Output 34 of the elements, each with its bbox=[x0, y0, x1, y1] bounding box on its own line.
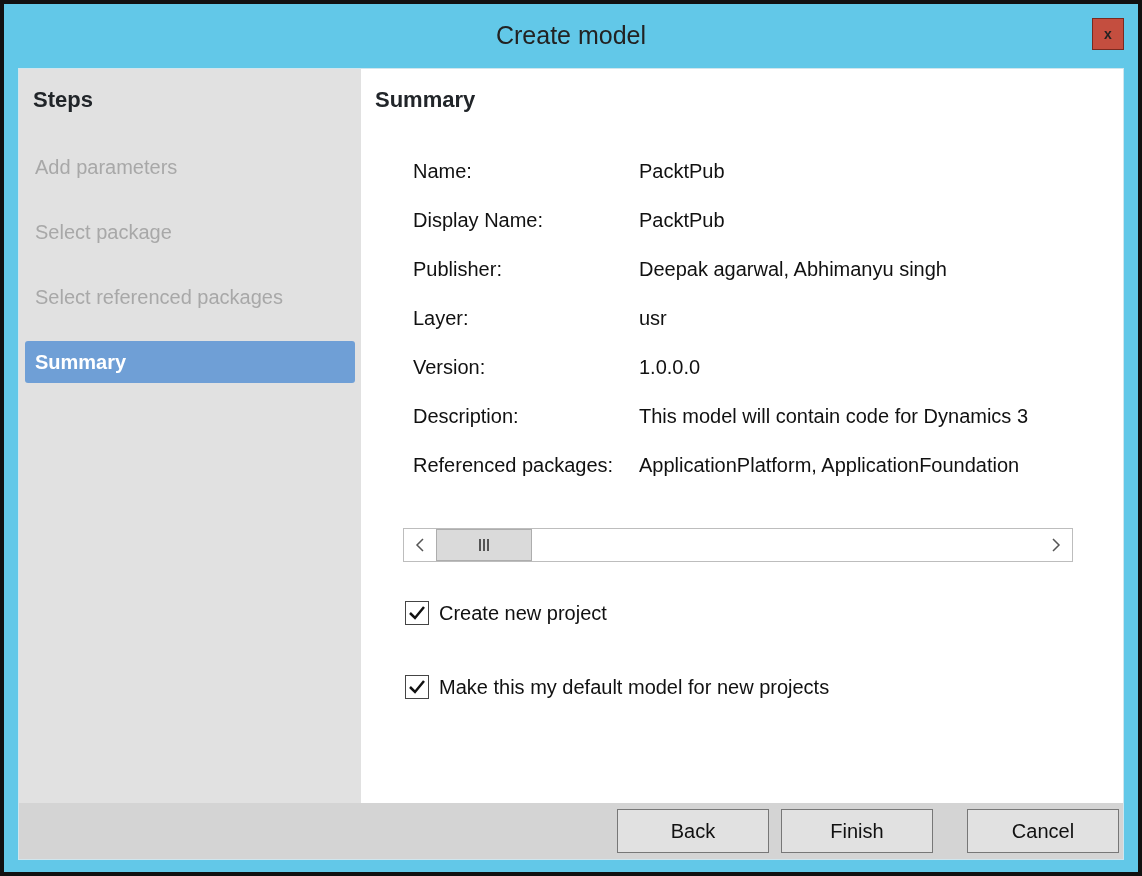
checkbox[interactable] bbox=[405, 601, 429, 625]
field-label: Referenced packages: bbox=[413, 453, 615, 478]
field-label: Layer: bbox=[413, 306, 470, 331]
scroll-left-icon[interactable] bbox=[415, 538, 425, 552]
finish-button[interactable]: Finish bbox=[781, 809, 933, 853]
field-label: Version: bbox=[413, 355, 487, 380]
horizontal-scrollbar[interactable] bbox=[403, 528, 1073, 562]
grip-icon bbox=[479, 539, 489, 551]
step-item[interactable]: Add parameters bbox=[25, 146, 355, 188]
field-label: Name: bbox=[413, 159, 473, 184]
cancel-button[interactable]: Cancel bbox=[967, 809, 1119, 853]
step-item[interactable]: Summary bbox=[25, 341, 355, 383]
close-button[interactable]: x bbox=[1092, 18, 1124, 50]
field-label: Publisher: bbox=[413, 257, 503, 282]
window-title: Create model bbox=[495, 20, 647, 52]
field-label: Description: bbox=[413, 404, 520, 429]
scroll-thumb[interactable] bbox=[436, 529, 532, 561]
checkbox[interactable] bbox=[405, 675, 429, 699]
step-item[interactable]: Select referenced packages bbox=[25, 276, 355, 318]
field-label: Display Name: bbox=[413, 208, 545, 233]
field-value: ApplicationPlatform, ApplicationFoundation bbox=[639, 453, 1021, 478]
field-value: Deepak agarwal, Abhimanyu singh bbox=[639, 257, 948, 282]
field-value: 1.0.0.0 bbox=[639, 355, 702, 380]
field-value: This model will contain code for Dynamics 3 bbox=[639, 404, 1030, 429]
checkbox-label: Make this my default model for new projects bbox=[439, 675, 830, 700]
scroll-right-icon[interactable] bbox=[1051, 538, 1061, 552]
section-title: Summary bbox=[375, 86, 477, 114]
checkbox-label: Create new project bbox=[439, 601, 607, 626]
back-button[interactable]: Back bbox=[617, 809, 769, 853]
step-item[interactable]: Select package bbox=[25, 211, 355, 253]
field-value: usr bbox=[639, 306, 668, 331]
sidebar-title: Steps bbox=[32, 86, 94, 114]
field-value: PacktPub bbox=[639, 159, 726, 184]
field-value: PacktPub bbox=[639, 208, 726, 233]
